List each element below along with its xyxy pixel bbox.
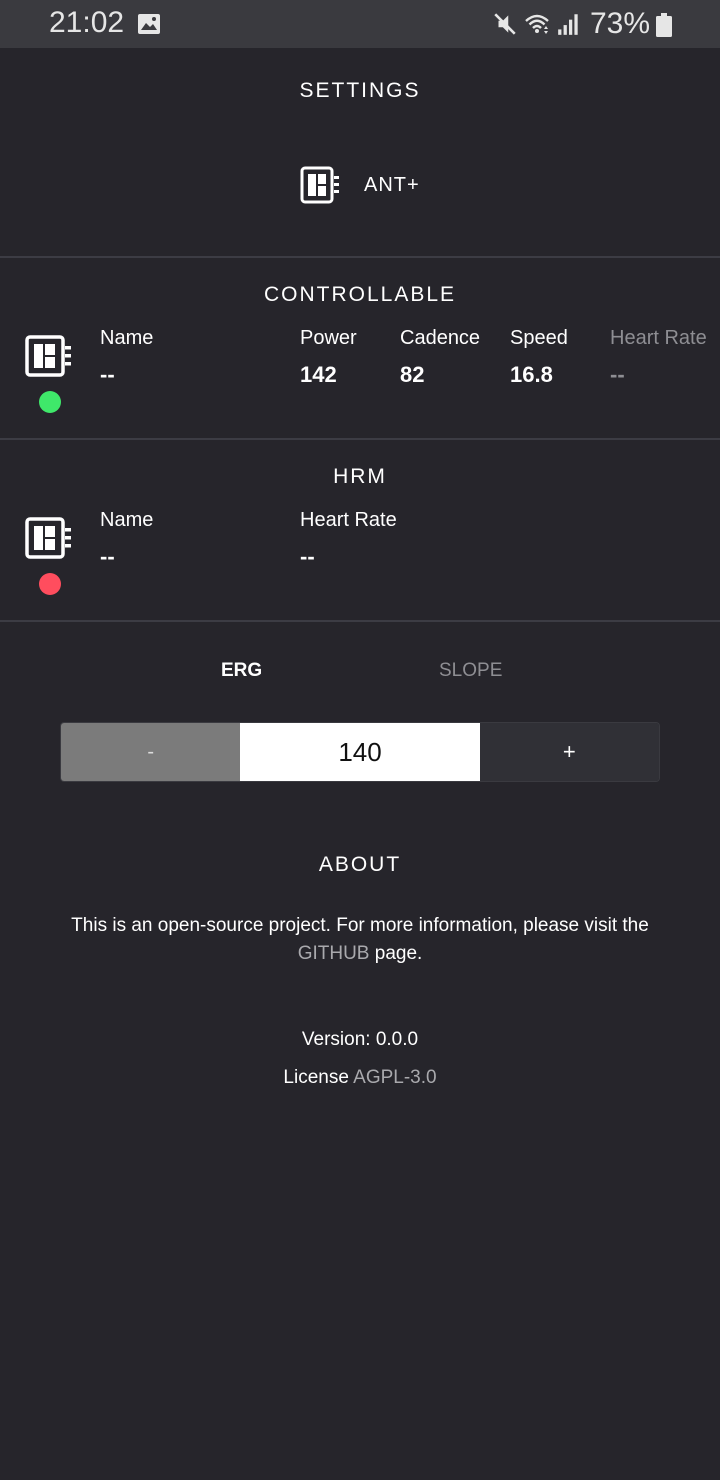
controllable-status-dot xyxy=(39,391,61,413)
decrement-button[interactable]: - xyxy=(61,723,241,781)
ant-device-icon xyxy=(300,166,339,204)
mute-icon xyxy=(494,13,516,35)
controllable-device-icon[interactable] xyxy=(24,332,72,380)
field-label: Name xyxy=(100,509,154,531)
divider xyxy=(0,438,720,440)
increment-button[interactable]: + xyxy=(479,723,659,781)
power-stepper: - 140 + xyxy=(60,722,660,782)
hrm-status-dot xyxy=(39,573,61,595)
ant-plus-label: ANT+ xyxy=(364,173,420,196)
gallery-icon xyxy=(138,14,160,34)
battery-icon xyxy=(656,13,672,37)
divider xyxy=(0,620,720,622)
controllable-speed-field: Speed 16.8 xyxy=(510,327,568,388)
github-link[interactable]: GITHUB xyxy=(298,943,370,964)
version-text: Version: 0.0.0 xyxy=(301,1029,419,1050)
field-value: -- xyxy=(100,544,115,569)
status-icons: 73% xyxy=(492,6,650,42)
controllable-name-field: Name -- xyxy=(100,327,153,388)
license-link[interactable]: AGPL-3.0 xyxy=(353,1067,436,1088)
controllable-power-field: Power 142 xyxy=(300,327,357,388)
field-label: Heart Rate xyxy=(300,509,397,531)
settings-title: SETTINGS xyxy=(299,79,421,102)
battery-percent: 73% xyxy=(589,7,650,40)
divider xyxy=(0,256,720,258)
status-bar: 21:02 73% xyxy=(0,0,720,48)
wifi-icon xyxy=(525,14,549,34)
controllable-heart-rate-field: Heart Rate -- xyxy=(610,327,707,388)
field-label: Speed xyxy=(510,327,568,349)
field-label: Power xyxy=(300,327,357,349)
license-line: License AGPL-3.0 xyxy=(0,1067,720,1089)
tab-erg[interactable]: ERG xyxy=(221,660,262,682)
field-label: Heart Rate xyxy=(610,327,707,349)
status-time: 21:02 xyxy=(49,6,125,39)
target-value-input[interactable]: 140 xyxy=(240,723,480,781)
field-value: 16.8 xyxy=(510,362,553,387)
hrm-name-field: Name -- xyxy=(100,509,153,570)
hrm-device-icon[interactable] xyxy=(24,514,72,562)
controllable-cadence-field: Cadence 82 xyxy=(400,327,480,388)
controllable-title: CONTROLLABLE xyxy=(263,283,457,306)
field-label: Name xyxy=(100,327,154,349)
hrm-heart-rate-field: Heart Rate -- xyxy=(300,509,397,570)
field-value: -- xyxy=(610,362,625,387)
hrm-title: HRM xyxy=(333,465,387,488)
field-value: 142 xyxy=(300,362,337,387)
field-value: -- xyxy=(100,362,115,387)
ant-plus-row[interactable]: ANT+ xyxy=(300,166,420,204)
license-prefix: License xyxy=(283,1067,354,1088)
field-label: Cadence xyxy=(400,327,481,349)
field-value: -- xyxy=(300,544,315,569)
tab-slope[interactable]: SLOPE xyxy=(439,660,502,682)
about-text-after: page. xyxy=(369,943,423,964)
about-description: This is an open-source project. For more… xyxy=(30,912,690,968)
field-value: 82 xyxy=(400,362,425,387)
about-text-before: This is an open-source project. For more… xyxy=(71,915,649,936)
signal-icon xyxy=(558,14,578,35)
about-title: ABOUT xyxy=(318,853,402,876)
